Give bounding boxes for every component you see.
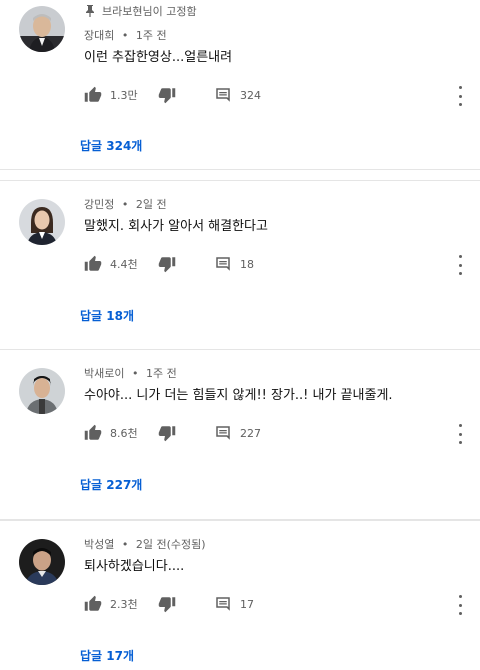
comment-meta: 강민정 • 2일 전 <box>84 197 167 213</box>
author-name[interactable]: 장대희 <box>84 29 114 42</box>
comment-meta: 박성열 • 2일 전(수정됨) <box>84 537 206 553</box>
dislike-button[interactable] <box>158 83 176 107</box>
like-count: 1.3만 <box>110 89 138 102</box>
comment-text: 수아야... 니가 더는 힘들지 않게!! 장가..! 내가 끝내줄게. <box>84 388 393 403</box>
comment-meta: 장대희 • 1주 전 <box>84 28 167 44</box>
comment-thread-1: 브라보현님이 고정함 장대희 • 1주 전 이런 추잡한영상...얼른내려 1.… <box>0 0 480 170</box>
reply-count: 17 <box>240 597 254 611</box>
comment-time[interactable]: 2일 전(수정됨) <box>136 538 206 551</box>
meta-separator: • <box>121 29 129 42</box>
comment-text: 이런 추잡한영상...얼른내려 <box>84 50 233 65</box>
comment-thread-2: 강민정 • 2일 전 말했지. 회사가 알아서 해결한다고 4.4천 18 답글… <box>0 180 480 350</box>
dislike-button[interactable] <box>158 252 176 276</box>
avatar[interactable] <box>19 6 65 52</box>
more-vert-icon[interactable] <box>457 595 463 615</box>
like-count: 2.3천 <box>110 598 138 611</box>
avatar[interactable] <box>19 199 65 245</box>
thumbs-down-icon <box>158 257 176 273</box>
comment-actions: 8.6천 227 <box>84 421 474 445</box>
reply-button[interactable]: 324 <box>214 83 261 107</box>
meta-separator: • <box>131 367 139 380</box>
comment-time[interactable]: 2일 전 <box>136 198 167 211</box>
more-vert-icon[interactable] <box>457 424 463 444</box>
reply-button[interactable]: 17 <box>214 592 254 616</box>
thumbs-up-icon <box>84 595 102 611</box>
comment-thread-3: 박새로이 • 1주 전 수아야... 니가 더는 힘들지 않게!! 장가..! … <box>0 350 480 520</box>
meta-separator: • <box>121 198 129 211</box>
comment-meta: 박새로이 • 1주 전 <box>84 366 177 382</box>
comment-icon <box>216 597 230 611</box>
dislike-button[interactable] <box>158 592 176 616</box>
like-button[interactable]: 8.6천 <box>84 421 138 445</box>
comment-text: 말했지. 회사가 알아서 해결한다고 <box>84 219 268 234</box>
reply-button[interactable]: 227 <box>214 421 261 445</box>
thumbs-up-icon <box>84 424 102 440</box>
author-name[interactable]: 박성열 <box>84 538 114 551</box>
avatar[interactable] <box>19 368 65 414</box>
like-button[interactable]: 4.4천 <box>84 252 138 276</box>
reply-count: 324 <box>240 88 261 102</box>
like-button[interactable]: 1.3만 <box>84 83 138 107</box>
view-replies-link[interactable]: 답글 324개 <box>80 137 142 154</box>
view-replies-link[interactable]: 답글 18개 <box>80 307 134 324</box>
author-name[interactable]: 박새로이 <box>84 367 124 380</box>
pinned-label: 브라보현님이 고정함 <box>84 4 197 20</box>
comment-actions: 1.3만 324 <box>84 83 474 107</box>
reply-button[interactable]: 18 <box>214 252 254 276</box>
comment-icon <box>216 257 230 271</box>
comment-time[interactable]: 1주 전 <box>136 29 167 42</box>
like-count: 4.4천 <box>110 258 138 271</box>
dislike-button[interactable] <box>158 421 176 445</box>
comment-icon <box>216 88 230 102</box>
view-replies-link[interactable]: 답글 227개 <box>80 476 142 493</box>
avatar[interactable] <box>19 539 65 585</box>
comment-time[interactable]: 1주 전 <box>146 367 177 380</box>
reply-count: 227 <box>240 426 261 440</box>
comment-thread-4: 박성열 • 2일 전(수정됨) 퇴사하겠습니다.... 2.3천 17 답글 1… <box>0 520 480 670</box>
thumbs-up-icon <box>84 255 102 271</box>
author-name[interactable]: 강민정 <box>84 198 114 211</box>
reply-count: 18 <box>240 257 254 271</box>
like-count: 8.6천 <box>110 427 138 440</box>
more-vert-icon[interactable] <box>457 86 463 106</box>
meta-separator: • <box>121 538 129 551</box>
comment-actions: 2.3천 17 <box>84 592 474 616</box>
more-vert-icon[interactable] <box>457 255 463 275</box>
thumbs-down-icon <box>158 597 176 613</box>
comment-text: 퇴사하겠습니다.... <box>84 559 185 574</box>
view-replies-link[interactable]: 답글 17개 <box>80 647 134 664</box>
thumbs-down-icon <box>158 426 176 442</box>
pin-icon <box>86 5 94 17</box>
thumbs-down-icon <box>158 88 176 104</box>
comment-icon <box>216 426 230 440</box>
like-button[interactable]: 2.3천 <box>84 592 138 616</box>
thumbs-up-icon <box>84 86 102 102</box>
comment-actions: 4.4천 18 <box>84 252 474 276</box>
